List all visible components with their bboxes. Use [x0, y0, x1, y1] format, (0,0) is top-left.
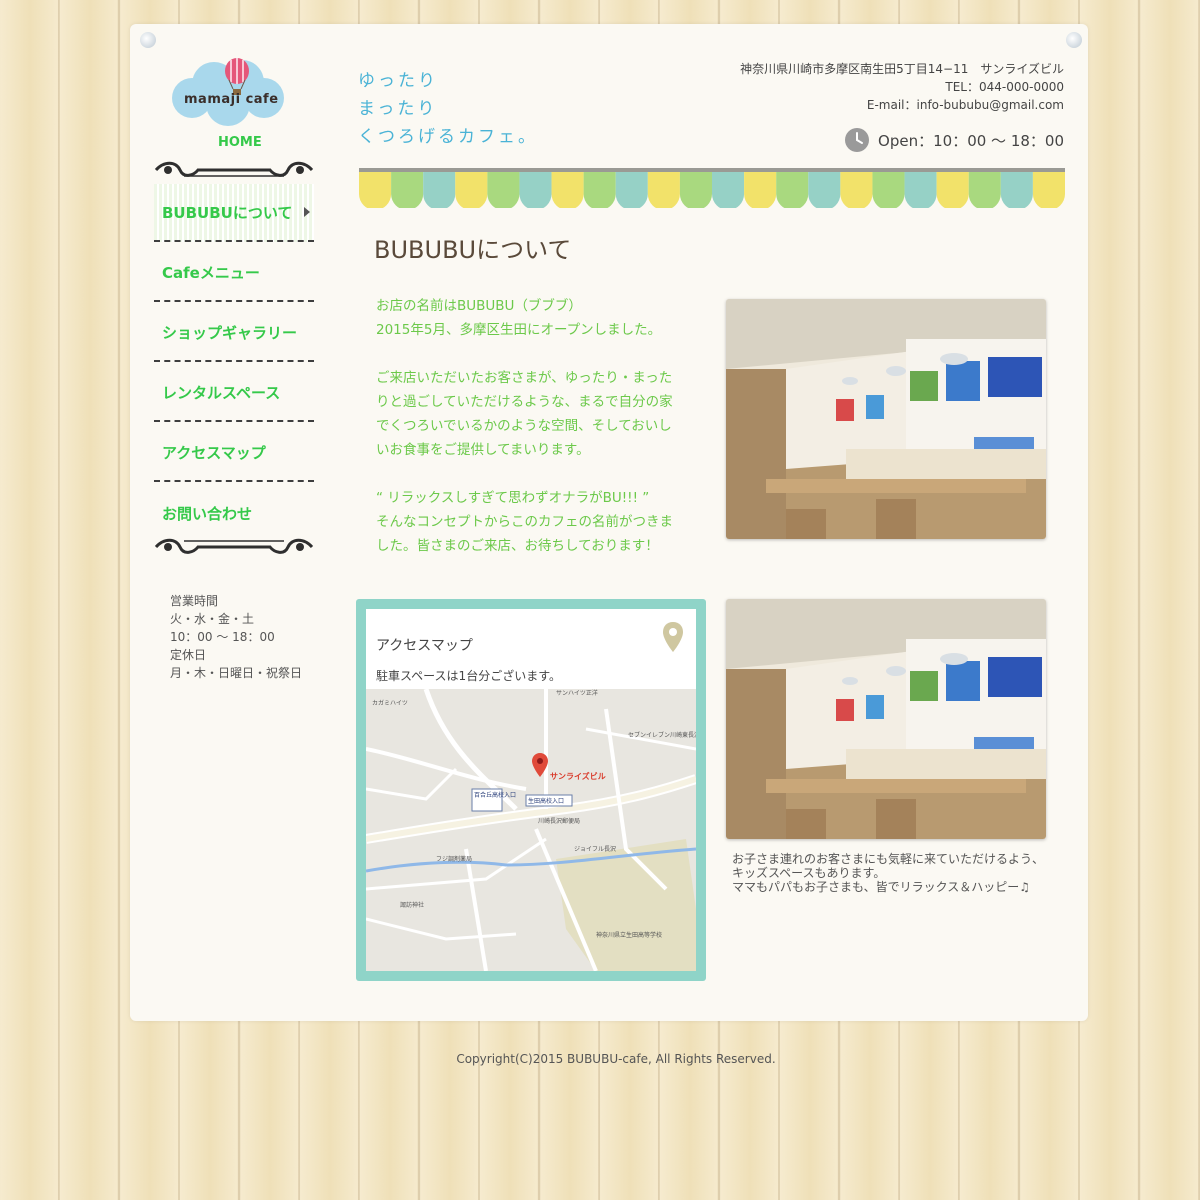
map-label-shrine: 諏訪神社 [400, 901, 424, 909]
awning-scallop [872, 172, 905, 208]
about-paragraph: ご来店いただいたお客さまが、ゆったり・まった りと過ごしていただけるような、まる… [376, 370, 673, 458]
nav-item-cafe-menu[interactable]: Cafeメニュー [154, 244, 314, 302]
cafe-interior-photo [726, 299, 1046, 539]
awning-scallop [744, 172, 777, 208]
nav-item-label[interactable]: お問い合わせ [162, 503, 252, 524]
about-paragraph: お店の名前はBUBUBU（ブブブ） 2015年5月、多摩区生田にオープンしました… [376, 298, 662, 338]
flourish-divider-icon [154, 538, 314, 554]
tagline-line: ゆったり [358, 71, 438, 91]
email-text[interactable]: E-mail：info-bububu@gmail.com [740, 96, 1064, 114]
awning-scallop [615, 172, 648, 208]
pushpin-icon [1066, 32, 1082, 48]
nav-item-access-map[interactable]: アクセスマップ [154, 424, 314, 482]
awning-scallop [776, 172, 809, 208]
awning-scallop [968, 172, 1001, 208]
map-label-seven: セブンイレブン川崎東長沢店 [628, 731, 696, 739]
awning-scallop [1032, 172, 1065, 208]
map-label-fuji: フジ調剤薬局 [436, 855, 472, 863]
nav-item-about[interactable]: BUBUBUについて [154, 184, 314, 242]
awning-scallop [519, 172, 552, 208]
awning-scallop [712, 172, 745, 208]
awning-decoration [359, 168, 1065, 208]
flourish-divider-icon [154, 161, 314, 177]
nav-item-contact[interactable]: お問い合わせ [154, 484, 314, 542]
clock-icon [845, 128, 870, 152]
business-hours: 営業時間 火・水・金・土 10：00 〜 18：00 定休日 月・木・日曜日・祝… [170, 592, 302, 682]
nav-item-label[interactable]: BUBUBUについて [162, 202, 292, 223]
awning-scallop [391, 172, 424, 208]
awning-scallop [583, 172, 616, 208]
map-label-school: 神奈川県立生田高等学校 [596, 931, 662, 939]
map-label-building: サンライズビル [550, 771, 606, 781]
kids-space-photo [726, 599, 1046, 839]
awning-scallop [840, 172, 873, 208]
map-label-school-entry: 生田高校入口 [528, 797, 564, 805]
awning-scallop [808, 172, 841, 208]
nav-item-rental-space[interactable]: レンタルスペース [154, 364, 314, 422]
map-label-sunhights: サンハイツ正洋 [556, 689, 598, 697]
open-hours-text: Open：10：00 〜 18：00 [878, 131, 1064, 150]
access-card-header: アクセスマップ 駐車スペースは1台分ございます。 [366, 609, 696, 689]
tagline: ゆったり まったり くつろげるカフェ。 [358, 67, 538, 151]
hours-time: 10：00 〜 18：00 [170, 630, 275, 644]
content-panel: mamaji cafe HOME BUBUBUについて Cafeメニュー ショッ… [130, 24, 1088, 1021]
about-text: お店の名前はBUBUBU（ブブブ） 2015年5月、多摩区生田にオープンしました… [376, 294, 696, 582]
hours-days: 火・水・金・土 [170, 612, 255, 626]
awning-scallop [359, 172, 392, 208]
page-title: BUBUBUについて [374, 236, 572, 264]
nav-item-label[interactable]: Cafeメニュー [162, 262, 260, 283]
closed-days: 月・木・日曜日・祝祭日 [170, 666, 303, 680]
home-link[interactable]: HOME [218, 135, 262, 150]
nav-item-label[interactable]: ショップギャラリー [162, 322, 297, 343]
side-navigation: BUBUBUについて Cafeメニュー ショップギャラリー レンタルスペース ア… [154, 184, 314, 544]
access-title: アクセスマップ [376, 638, 473, 654]
opening-hours: Open：10：00 〜 18：00 [844, 127, 1064, 153]
awning-scallop [423, 172, 456, 208]
awning-scallop [1000, 172, 1033, 208]
nav-item-label[interactable]: レンタルスペース [162, 382, 280, 403]
closed-heading: 定休日 [170, 648, 207, 662]
contact-info: 神奈川県川崎市多摩区南生田5丁目14−11 サンライズビル TEL：044-00… [740, 60, 1064, 114]
photo-caption: お子さま連れのお客さまにも気軽に来ていただけるよう、 キッズスペースもあります。… [732, 852, 1045, 894]
map-label-kagami: カガミハイツ [372, 699, 408, 707]
nav-item-shop-gallery[interactable]: ショップギャラリー [154, 304, 314, 362]
hours-heading: 営業時間 [170, 594, 219, 608]
awning-scallop [647, 172, 680, 208]
logo-text: mamaji cafe [184, 92, 279, 107]
pushpin-icon [140, 32, 156, 48]
site-logo[interactable]: mamaji cafe [170, 54, 290, 134]
footer-copyright: Copyright(C)2015 BUBUBU-cafe, All Rights… [456, 1052, 776, 1066]
awning-scallop [487, 172, 520, 208]
map-pin-icon [663, 622, 683, 652]
access-map-card: アクセスマップ 駐車スペースは1台分ございます。 サンライズビル 生田高校入口 … [356, 599, 706, 981]
awning-scallop [904, 172, 937, 208]
address-text: 神奈川県川崎市多摩区南生田5丁目14−11 サンライズビル [740, 62, 1064, 76]
awning-scallop [455, 172, 488, 208]
map-image[interactable]: サンライズビル 生田高校入口 百合丘高校入口 川崎長沢郵便局 サンハイツ正洋 カ… [366, 689, 696, 971]
awning-scallop [679, 172, 712, 208]
tagline-line: くつろげるカフェ。 [358, 127, 538, 147]
map-label-yurigaoka: 百合丘高校入口 [474, 791, 516, 799]
nav-item-label[interactable]: アクセスマップ [162, 442, 266, 463]
tagline-line: まったり [358, 99, 438, 119]
awning-scallop [936, 172, 969, 208]
map-label-jaiful: ジョイフル長沢 [574, 845, 616, 853]
parking-note: 駐車スペースは1台分ございます。 [376, 669, 561, 683]
about-paragraph: “ リラックスしすぎて思わずオナラがBU!!! ” そんなコンセプトからこのカフ… [376, 490, 673, 554]
caret-right-icon [304, 207, 310, 217]
map-label-post: 川崎長沢郵便局 [538, 817, 580, 825]
tel-text[interactable]: TEL：044-000-0000 [740, 78, 1064, 96]
awning-scallop [551, 172, 584, 208]
